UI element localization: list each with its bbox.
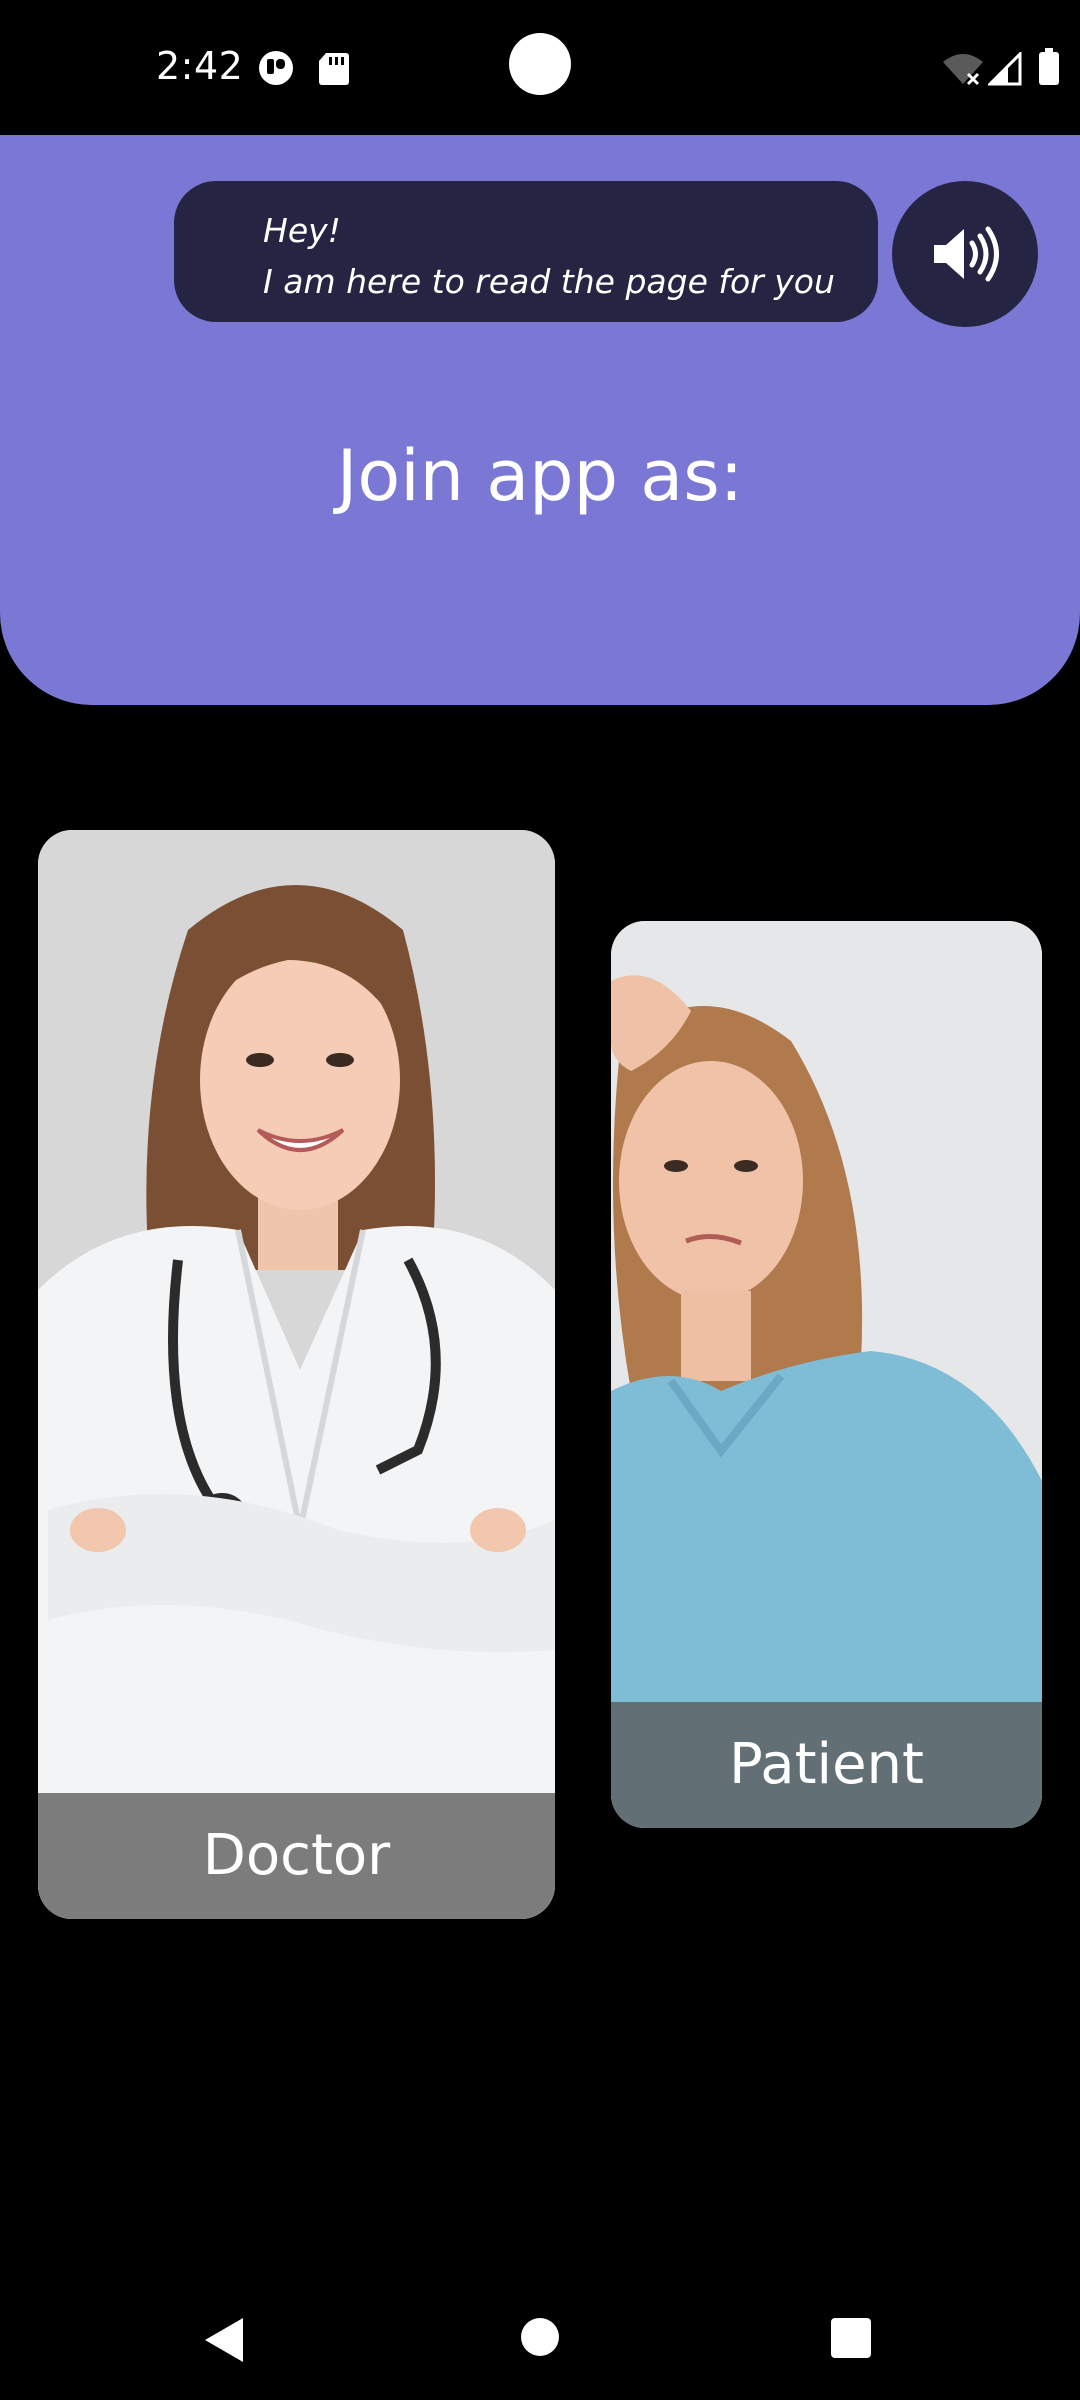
read-aloud-button[interactable] bbox=[892, 181, 1038, 327]
recents-icon[interactable] bbox=[831, 2318, 871, 2358]
home-icon[interactable] bbox=[521, 2318, 559, 2356]
navigation-bar bbox=[0, 2280, 1080, 2400]
doctor-role-card[interactable]: Doctor bbox=[38, 830, 555, 1919]
speech-bubble: Hey! I am here to read the page for you bbox=[174, 181, 878, 322]
app-notification-icon bbox=[259, 51, 293, 85]
header-panel: Hey! I am here to read the page for you … bbox=[0, 135, 1080, 705]
battery-icon bbox=[1039, 48, 1059, 85]
sd-card-icon bbox=[319, 53, 349, 85]
patient-label: Patient bbox=[611, 1702, 1042, 1828]
screen: 2:42 Hey! I am here to read the page for… bbox=[0, 0, 1080, 2400]
status-time: 2:42 bbox=[156, 44, 244, 88]
wifi-off-icon bbox=[943, 54, 983, 86]
cell-signal-icon bbox=[988, 52, 1022, 86]
doctor-label: Doctor bbox=[38, 1793, 555, 1919]
back-icon[interactable] bbox=[203, 2316, 245, 2364]
camera-cutout bbox=[509, 33, 571, 95]
speaker-volume-icon bbox=[934, 226, 999, 282]
doctor-photo bbox=[38, 830, 555, 1919]
patient-role-card[interactable]: Patient bbox=[611, 921, 1042, 1828]
bubble-greeting: Hey! bbox=[263, 211, 341, 250]
bubble-message: I am here to read the page for you bbox=[263, 262, 835, 301]
status-bar: 2:42 bbox=[0, 0, 1080, 135]
patient-photo bbox=[611, 921, 1042, 1828]
page-title: Join app as: bbox=[336, 435, 744, 517]
